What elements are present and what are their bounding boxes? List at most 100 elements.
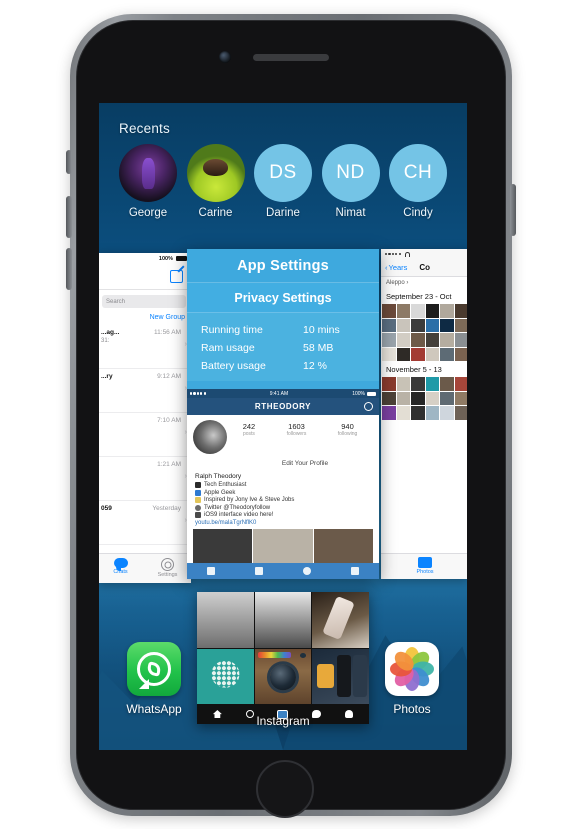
stat-posts[interactable]: 242 posts [243,422,256,437]
chat-row[interactable]: 059 Yesterday › [99,501,191,545]
chat-row[interactable]: 1:21 AM › [99,457,191,501]
photo-thumb[interactable] [396,318,410,332]
recents-contact[interactable]: Carine [186,144,245,219]
photo-thumb[interactable] [425,347,439,361]
photo-thumb[interactable] [454,304,467,318]
compose-icon[interactable] [170,270,183,283]
recents-contact[interactable]: CH Cindy [389,144,447,219]
photo-grid[interactable] [381,304,467,361]
silent-switch[interactable] [66,150,72,174]
photo-thumb[interactable] [454,377,467,391]
photo-thumb[interactable] [454,333,467,347]
chat-row[interactable]: ...ry 9:12 AM › [99,369,191,413]
photo-thumb[interactable] [411,318,425,332]
volume-up-button[interactable] [66,196,72,238]
photo-thumb[interactable] [411,406,425,420]
tab-chats[interactable]: Chats [99,554,144,583]
photo-grid[interactable] [381,377,467,420]
photo-thumb[interactable] [396,333,410,347]
camera-lens-icon [269,664,297,691]
photo-thumb[interactable] [454,318,467,332]
recents-contact[interactable]: George [119,144,177,219]
photo-thumb[interactable] [425,333,439,347]
photo-thumb[interactable] [382,347,396,361]
photo-thumb[interactable] [440,406,454,420]
avatar-initials[interactable]: DS [254,144,312,202]
photo-thumb[interactable] [197,648,254,704]
photo-thumb[interactable] [382,377,396,391]
photo-thumb[interactable] [411,304,425,318]
app-card-whatsapp[interactable]: 100% Search New Group ...ag... 31: 11:56… [99,253,191,583]
phone-shape [337,655,351,698]
photo-thumb[interactable] [396,406,410,420]
gear-icon[interactable] [364,402,373,411]
photo-thumb[interactable] [382,318,396,332]
photo-thumb[interactable] [440,347,454,361]
stat-followers[interactable]: 1603 followers [287,422,307,437]
photo-thumb[interactable] [440,304,454,318]
photo-thumb[interactable] [454,406,467,420]
photo-thumb[interactable] [312,648,369,704]
photo-thumb[interactable] [396,377,410,391]
photo-thumb[interactable] [396,347,410,361]
photos-icon[interactable] [385,642,439,696]
recents-contact[interactable]: ND Nimat [321,144,380,219]
photo-thumb[interactable] [454,391,467,405]
photo-thumb[interactable] [197,592,254,648]
volume-down-button[interactable] [66,248,72,290]
new-group-button[interactable]: New Group [99,308,191,325]
photo-thumb[interactable] [440,318,454,332]
photos-tabbar[interactable]: Photos [381,553,467,579]
avatar[interactable] [119,144,177,202]
photo-thumb[interactable] [396,304,410,318]
tab-settings[interactable]: Settings [144,554,191,583]
photo-thumb[interactable] [382,333,396,347]
back-button[interactable]: ‹ Years [385,263,407,272]
app-card-photos[interactable]: ‹ Years Co Aleppo › September 23 - Oct N… [381,249,467,579]
avatar[interactable] [193,420,227,454]
search-input[interactable]: Search [102,295,186,308]
avatar[interactable] [186,144,245,202]
instagram-tabbar[interactable] [187,563,379,579]
app-card-settings-panel[interactable]: App Settings Privacy Settings Running ti… [187,249,379,579]
avatar-initials[interactable]: CH [389,144,447,202]
photo-thumb[interactable] [425,318,439,332]
photo-thumb[interactable] [382,391,396,405]
power-button[interactable] [510,184,516,236]
photo-thumb[interactable] [396,391,410,405]
photo-thumb[interactable] [425,377,439,391]
chat-time: 9:12 AM [157,373,181,380]
instagram-logo-photo[interactable] [254,648,312,704]
photo-thumb[interactable] [425,406,439,420]
photo-thumb[interactable] [312,592,369,648]
photo-thumb[interactable] [454,347,467,361]
app-icon-photos[interactable]: Photos [379,642,445,716]
photo-thumb[interactable] [440,391,454,405]
recents-contact[interactable]: DS Darine [254,144,312,219]
photo-thumb[interactable] [382,406,396,420]
photo-thumb[interactable] [425,304,439,318]
photo-thumb[interactable] [411,391,425,405]
app-card-instagram[interactable] [197,592,369,724]
photo-thumb[interactable] [411,333,425,347]
location-label[interactable]: Aleppo › [381,277,467,288]
photo-thumb[interactable] [254,592,312,648]
photo-thumb[interactable] [425,391,439,405]
instagram-profile-screen[interactable]: 9:41 AM 100% RTHEODORY 242 posts 1603 fo… [187,389,379,579]
photo-thumb[interactable] [440,333,454,347]
edit-profile-button[interactable]: Edit Your Profile [237,460,373,467]
bio-link[interactable]: youtu.be/malaTgrNflK0 [195,520,371,526]
chat-row[interactable]: ...ag... 31: 11:56 AM › [99,325,191,369]
stat-following[interactable]: 940 following [338,422,357,437]
photo-thumb[interactable] [411,377,425,391]
chat-row[interactable]: 7:10 AM › [99,413,191,457]
app-icon-whatsapp[interactable]: WhatsApp [121,642,187,716]
instagram-photo-grid[interactable] [197,592,369,704]
photo-thumb[interactable] [382,304,396,318]
photo-thumb[interactable] [440,377,454,391]
photo-thumb[interactable] [411,347,425,361]
whatsapp-icon[interactable] [127,642,181,696]
privacy-settings-button[interactable]: Privacy Settings [187,283,379,313]
avatar-initials[interactable]: ND [321,144,380,202]
home-button[interactable] [256,760,314,818]
